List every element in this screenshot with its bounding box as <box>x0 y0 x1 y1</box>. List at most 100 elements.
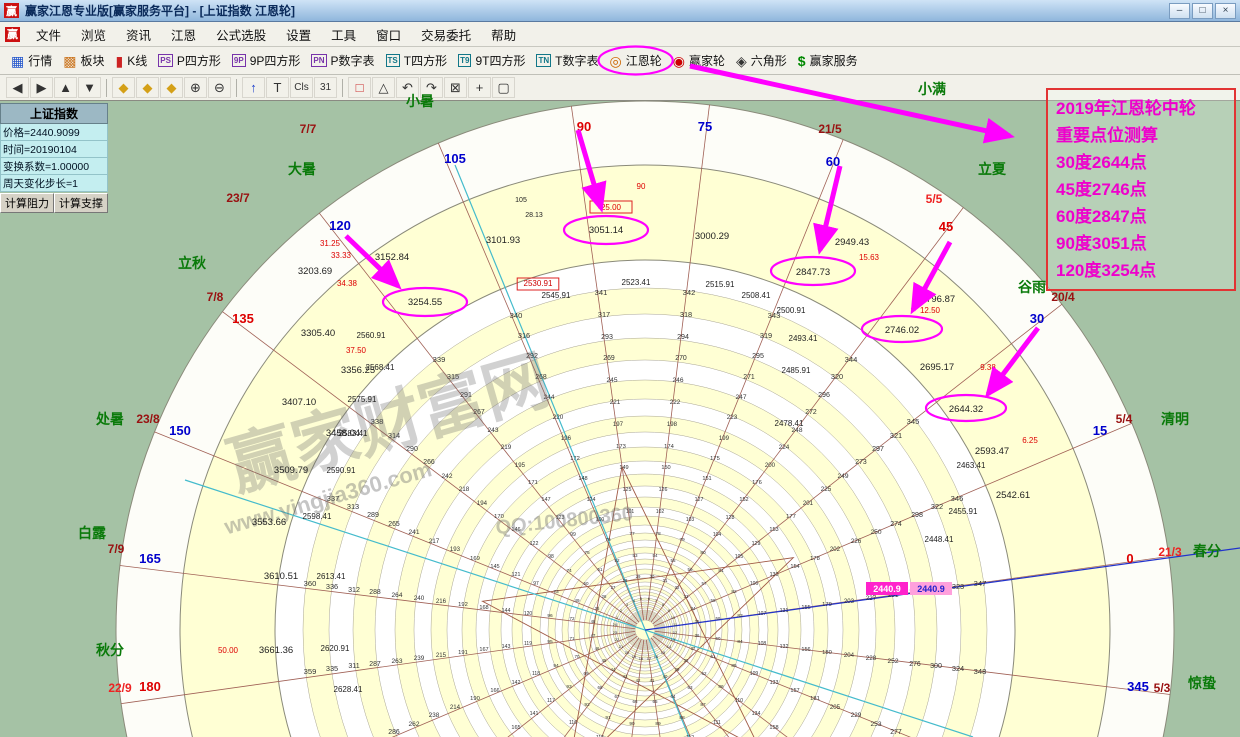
svg-text:220: 220 <box>553 414 564 421</box>
pointer-up-button[interactable]: ▲ <box>54 77 77 98</box>
svg-text:271: 271 <box>743 374 755 381</box>
svg-text:169: 169 <box>470 556 480 562</box>
svg-text:217: 217 <box>429 538 440 545</box>
menu-bar: 赢 文件浏览资讯江恩公式选股设置工具窗口交易委托帮助 <box>0 22 1240 47</box>
toolbar-kline[interactable]: ▮K线 <box>111 50 153 71</box>
text-tool-button[interactable]: T <box>266 77 289 98</box>
cls-clear-button[interactable]: Cls <box>290 77 313 98</box>
toolbar-9p-square[interactable]: 9P9P四方形 <box>227 50 305 71</box>
toolbar-sectors[interactable]: ▩板块 <box>58 50 109 71</box>
toolbar-separator <box>106 79 107 97</box>
rect-tool-button[interactable]: □ <box>348 77 371 98</box>
svg-text:94: 94 <box>553 663 559 669</box>
svg-text:40: 40 <box>663 674 668 679</box>
menu-news[interactable]: 资讯 <box>116 22 161 47</box>
menu-formula-stock-pick[interactable]: 公式选股 <box>206 22 276 47</box>
svg-text:2478.41: 2478.41 <box>775 419 804 428</box>
toolbar-quotes[interactable]: ▦行情 <box>6 50 57 71</box>
t-square-label: T四方形 <box>404 52 447 69</box>
svg-text:50.00: 50.00 <box>218 646 239 655</box>
svg-text:152: 152 <box>739 497 748 503</box>
nav-forward-button[interactable]: ▶ <box>30 77 53 98</box>
menu-browse[interactable]: 浏览 <box>71 22 116 47</box>
svg-text:347: 347 <box>974 579 987 588</box>
delete-tool-button[interactable]: ⊠ <box>444 77 467 98</box>
svg-text:61: 61 <box>710 654 716 659</box>
zoom-out-button[interactable]: ⊖ <box>208 77 231 98</box>
diamond-tool-1-button[interactable]: ◆ <box>112 77 135 98</box>
svg-text:72: 72 <box>569 616 575 621</box>
rotate-ccw-button[interactable]: ↶ <box>396 77 419 98</box>
measure-up-button[interactable]: ↑ <box>242 77 265 98</box>
menu-gann[interactable]: 江恩 <box>161 22 206 47</box>
svg-text:37: 37 <box>691 646 696 651</box>
select-tool-button[interactable]: ▢ <box>492 77 515 98</box>
info-buttons: 计算阻力计算支撑 <box>0 193 108 213</box>
maximize-button[interactable]: □ <box>1192 3 1213 19</box>
toolbar-p-number-table[interactable]: PNP数字表 <box>306 50 379 71</box>
svg-text:4: 4 <box>633 598 636 603</box>
svg-text:2440.9: 2440.9 <box>873 584 901 594</box>
svg-text:222: 222 <box>670 399 681 406</box>
svg-text:35: 35 <box>695 619 700 624</box>
close-button[interactable]: × <box>1215 3 1236 19</box>
svg-text:133: 133 <box>770 680 779 686</box>
toolbar-winner-wheel[interactable]: ◉赢家轮 <box>668 50 730 71</box>
svg-text:250: 250 <box>870 529 881 536</box>
svg-text:225: 225 <box>821 486 832 493</box>
svg-text:98: 98 <box>548 554 554 560</box>
menu-settings[interactable]: 设置 <box>276 22 321 47</box>
calc-support-button[interactable]: 计算支撑 <box>54 193 108 213</box>
svg-text:93: 93 <box>566 684 572 690</box>
svg-text:7/8: 7/8 <box>207 290 224 304</box>
svg-text:45: 45 <box>602 658 607 663</box>
svg-text:265: 265 <box>388 521 400 528</box>
svg-text:64: 64 <box>670 694 676 699</box>
menu-tools[interactable]: 工具 <box>321 22 366 47</box>
toolbar-winner-service[interactable]: $赢家服务 <box>793 50 863 71</box>
svg-text:274: 274 <box>890 521 902 528</box>
filter-down-button[interactable]: ▼ <box>78 77 101 98</box>
toolbar-hexagon[interactable]: ◈六角形 <box>731 50 792 71</box>
svg-text:216: 216 <box>436 598 447 605</box>
svg-text:199: 199 <box>719 435 730 442</box>
minimize-button[interactable]: – <box>1169 3 1190 19</box>
calendar-31-button[interactable]: 31 <box>314 77 337 98</box>
svg-text:2949.43: 2949.43 <box>835 237 869 248</box>
svg-text:107: 107 <box>758 611 767 617</box>
cross-tool-button[interactable]: + <box>468 77 491 98</box>
window-title: 赢家江恩专业版[赢家服务平台] - [上证指数 江恩轮] <box>25 2 295 19</box>
svg-text:190: 190 <box>470 696 480 702</box>
svg-text:111: 111 <box>713 720 721 726</box>
svg-text:205: 205 <box>830 704 841 711</box>
diamond-tool-2-button[interactable]: ◆ <box>136 77 159 98</box>
menu-window-menu[interactable]: 窗口 <box>366 22 411 47</box>
svg-text:3610.51: 3610.51 <box>264 571 298 582</box>
gann-wheel-label: 江恩轮 <box>626 52 662 69</box>
svg-text:215: 215 <box>436 652 447 659</box>
annotation-line-1: 重要点位测算 <box>1056 122 1226 149</box>
rotate-cw-button[interactable]: ↷ <box>420 77 443 98</box>
triangle-tool-button[interactable]: △ <box>372 77 395 98</box>
svg-text:6: 6 <box>648 596 651 601</box>
menu-file[interactable]: 文件 <box>26 22 71 47</box>
svg-text:9: 9 <box>668 608 671 613</box>
svg-text:7/7: 7/7 <box>300 122 317 136</box>
window-controls: –□× <box>1169 3 1236 19</box>
diamond-tool-3-button[interactable]: ◆ <box>160 77 183 98</box>
svg-text:131: 131 <box>780 608 789 614</box>
calc-resistance-button[interactable]: 计算阻力 <box>0 193 54 213</box>
toolbar-9t-square[interactable]: T99T四方形 <box>453 50 530 71</box>
svg-text:31.25: 31.25 <box>320 239 341 248</box>
nav-back-button[interactable]: ◀ <box>6 77 29 98</box>
toolbar-t-number-table[interactable]: TNT数字表 <box>531 50 603 71</box>
svg-text:348: 348 <box>974 667 987 676</box>
svg-text:54: 54 <box>652 553 658 558</box>
menu-trade-order[interactable]: 交易委托 <box>411 22 481 47</box>
toolbar-gann-wheel[interactable]: ◎江恩轮 <box>605 50 667 71</box>
menu-help[interactable]: 帮助 <box>481 22 526 47</box>
toolbar-t-square[interactable]: TST四方形 <box>381 50 453 71</box>
zoom-in-button[interactable]: ⊕ <box>184 77 207 98</box>
svg-text:345: 345 <box>907 417 920 426</box>
toolbar-p-square[interactable]: PSP四方形 <box>153 50 226 71</box>
